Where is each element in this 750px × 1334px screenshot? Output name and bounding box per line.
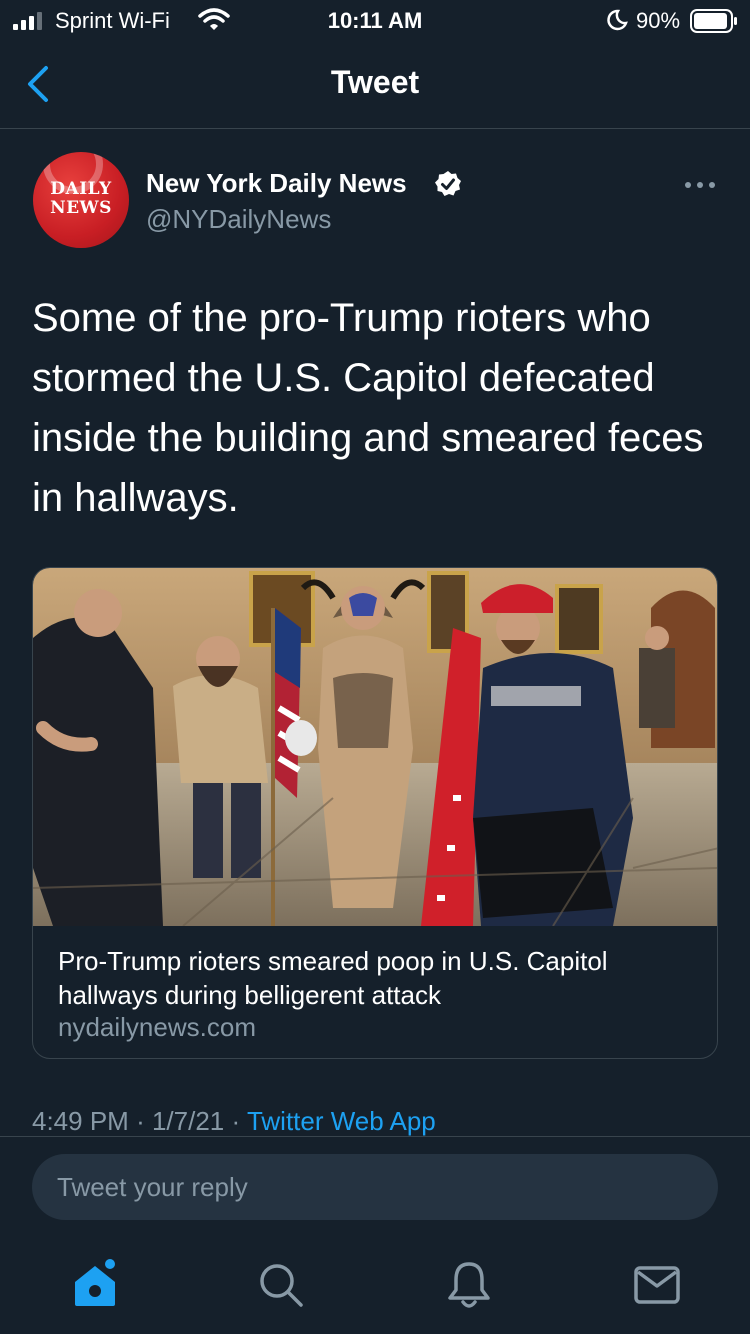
- bell-icon[interactable]: [442, 1258, 496, 1312]
- card-image: [33, 568, 717, 926]
- tweet-metadata: 4:49 PM · 1/7/21 · Twitter Web App: [32, 1106, 436, 1137]
- home-icon[interactable]: [68, 1258, 122, 1312]
- tweet-source-link[interactable]: Twitter Web App: [247, 1106, 436, 1136]
- more-options-icon[interactable]: [684, 180, 716, 190]
- avatar[interactable]: DAILY NEWS: [33, 152, 129, 248]
- moon-icon: [607, 9, 628, 31]
- meta-separator: ·: [231, 1106, 241, 1136]
- tweet-text: Some of the pro-Trump rioters who storme…: [32, 296, 704, 520]
- reply-input[interactable]: Tweet your reply: [32, 1154, 718, 1220]
- card-domain: nydailynews.com: [58, 1012, 256, 1042]
- link-card[interactable]: Pro-Trump rioters smeared poop in U.S. C…: [32, 567, 718, 1059]
- tweet-date: 1/7/21: [151, 1106, 225, 1136]
- status-bar: Sprint Wi-Fi 10:11 AM 90%: [0, 0, 750, 40]
- search-icon[interactable]: [254, 1258, 308, 1312]
- meta-separator: ·: [136, 1106, 145, 1136]
- card-title: Pro-Trump rioters smeared poop in U.S. C…: [58, 946, 608, 1010]
- battery-percent: 90%: [636, 8, 681, 33]
- reply-placeholder: Tweet your reply: [57, 1172, 248, 1202]
- nav-bar: Tweet: [0, 40, 750, 129]
- author-display-name[interactable]: New York Daily News: [146, 168, 407, 199]
- battery-icon: [690, 9, 737, 33]
- nav-title: Tweet: [330, 64, 420, 100]
- mail-icon[interactable]: [630, 1258, 684, 1312]
- author-handle[interactable]: @NYDailyNews: [146, 204, 331, 235]
- verified-badge-icon: [435, 171, 461, 196]
- divider: [0, 1136, 750, 1137]
- tweet-time: 4:49 PM: [32, 1106, 129, 1136]
- avatar-logo-text: DAILY NEWS: [50, 179, 112, 218]
